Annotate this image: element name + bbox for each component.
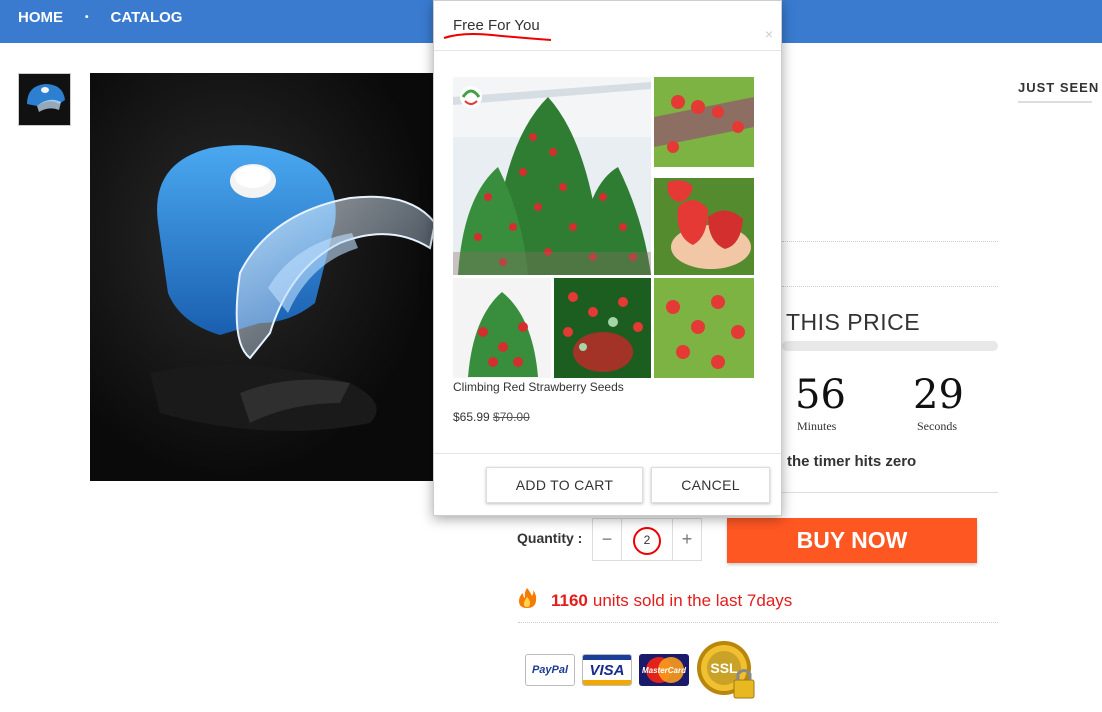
timer-seconds-value: 29 <box>913 372 964 418</box>
annotation-underline <box>443 33 552 41</box>
product-thumbnail[interactable] <box>18 73 71 126</box>
product-main-image <box>90 73 435 481</box>
modal-product-price: $65.99 $70.00 <box>453 410 530 424</box>
units-sold-text: units sold in the last 7days <box>592 590 793 610</box>
promo-progress-bar <box>782 341 998 351</box>
timer-note: the timer hits zero <box>787 453 917 470</box>
free-gift-modal: Free For You × Climbing Red Strawberry S… <box>433 0 782 516</box>
nav-home-link[interactable]: HOME <box>18 9 63 26</box>
just-seen-underline <box>1018 101 1092 103</box>
units-sold-count: 1160 <box>551 590 588 610</box>
nav-menu: HOME • CATALOG <box>18 9 182 26</box>
units-sold: 1160 units sold in the last 7days <box>517 587 792 614</box>
timer-minutes-value: 56 <box>795 372 846 418</box>
modal-footer-divider <box>434 453 781 454</box>
modal-product-name[interactable]: Climbing Red Strawberry Seeds <box>453 380 624 394</box>
modal-close-icon[interactable]: × <box>765 26 773 42</box>
divider <box>782 241 998 242</box>
add-to-cart-button[interactable]: ADD TO CART <box>486 467 643 503</box>
quantity-label: Quantity : <box>517 530 583 546</box>
ssl-seal-icon: SSL <box>696 640 756 700</box>
buy-now-button[interactable]: BUY NOW <box>727 518 977 563</box>
payment-badges: PayPal VISA MasterCard SSL <box>525 640 756 700</box>
quantity-input[interactable]: 2 <box>621 519 673 560</box>
just-seen-heading: JUST SEEN <box>1018 80 1100 95</box>
timer-seconds-label: Seconds <box>917 419 957 433</box>
old-price: $70.00 <box>493 410 530 424</box>
modal-header: Free For You × <box>434 1 781 51</box>
mastercard-badge: MasterCard <box>639 654 689 686</box>
nav-catalog-link[interactable]: CATALOG <box>111 9 183 26</box>
timer-minutes-label: Minutes <box>797 419 837 433</box>
divider <box>518 622 998 623</box>
mastercard-text: MasterCard <box>641 665 686 675</box>
quantity-decrease-button[interactable]: − <box>593 519 621 560</box>
quantity-increase-button[interactable]: + <box>673 519 701 560</box>
ssl-seal-text: SSL <box>710 660 738 676</box>
visa-badge: VISA <box>582 654 632 686</box>
nav-separator: • <box>85 12 89 23</box>
divider <box>782 286 998 287</box>
cancel-button[interactable]: CANCEL <box>651 467 770 503</box>
current-price: $65.99 <box>453 410 490 424</box>
product-image-collage <box>453 77 754 378</box>
flame-icon <box>517 587 537 614</box>
quantity-stepper: − 2 + <box>592 518 702 561</box>
promo-title: THIS PRICE <box>786 309 921 335</box>
paypal-badge: PayPal <box>525 654 575 686</box>
annotation-circle <box>633 527 661 555</box>
